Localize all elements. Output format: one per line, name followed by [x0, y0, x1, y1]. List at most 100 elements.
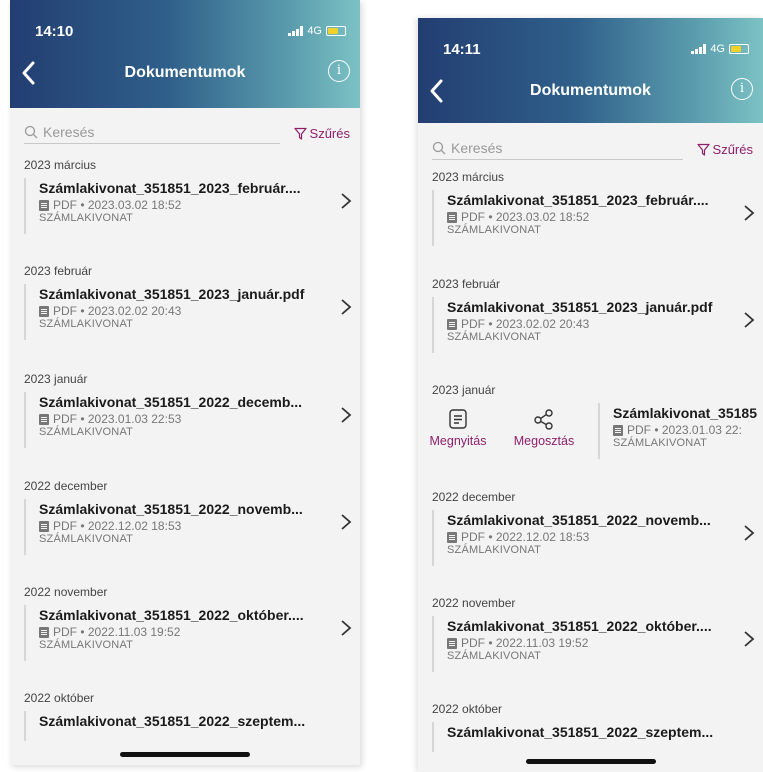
document-meta: PDF • 2022.11.03 19:52	[53, 625, 181, 639]
document-category: SZÁMLAKIVONAT	[39, 318, 134, 330]
search-input[interactable]: Keresés	[24, 124, 280, 144]
share-action-button[interactable]: Megosztás	[504, 408, 584, 448]
status-icons: 4G	[288, 25, 346, 37]
document-row[interactable]: Számlakivonat_35185 PDF • 2023.01.03 22:…	[598, 403, 763, 459]
chevron-right-icon	[341, 620, 352, 636]
document-row[interactable]: Számlakivonat_351851_2023_február.... PD…	[24, 178, 360, 234]
search-input[interactable]: Keresés	[432, 140, 683, 160]
chevron-right-icon	[744, 312, 755, 328]
document-title: Számlakivonat_351851_2022_novemb...	[447, 512, 711, 528]
section-label: 2023 február	[24, 264, 93, 278]
section-label: 2022 október	[24, 691, 95, 705]
signal-icon	[691, 44, 707, 54]
document-title: Számlakivonat_351851_2023_február....	[39, 180, 301, 196]
info-icon[interactable]: i	[328, 60, 350, 82]
document-icon	[39, 199, 49, 211]
document-row[interactable]: Számlakivonat_351851_2023_február.... PD…	[432, 190, 763, 246]
header: 14:10 4G Dokumentumok i	[10, 0, 360, 108]
signal-icon	[288, 26, 304, 36]
document-icon	[447, 637, 457, 649]
document-meta: PDF • 2023.01.03 22:53	[53, 412, 182, 426]
phone-screen-right: 14:11 4G Dokumentumok i Keresés Szűrés 2…	[418, 18, 763, 772]
document-open-icon	[449, 409, 467, 429]
document-row[interactable]: Számlakivonat_351851_2022_novemb... PDF …	[432, 510, 763, 566]
document-meta: PDF • 2023.01.03 22:	[627, 423, 742, 437]
document-title: Számlakivonat_351851_2022_október....	[39, 607, 304, 623]
chevron-right-icon	[744, 205, 755, 221]
page-title: Dokumentumok	[124, 64, 246, 81]
info-icon[interactable]: i	[731, 78, 753, 100]
document-category: SZÁMLAKIVONAT	[39, 533, 134, 545]
document-icon	[447, 211, 457, 223]
chevron-right-icon	[744, 525, 755, 541]
search-icon	[24, 125, 38, 139]
status-icons: 4G	[691, 43, 749, 55]
document-title: Számlakivonat_351851_2022_szeptem...	[39, 713, 306, 729]
document-category: SZÁMLAKIVONAT	[39, 426, 134, 438]
open-action-label: Megnyitás	[429, 434, 487, 448]
document-title: Számlakivonat_351851_2023_február....	[447, 192, 709, 208]
search-placeholder: Keresés	[451, 140, 503, 156]
status-time: 14:11	[443, 41, 481, 58]
document-row[interactable]: Számlakivonat_351851_2023_január.pdf PDF…	[24, 284, 360, 340]
open-action-button[interactable]: Megnyitás	[418, 408, 498, 448]
document-category: SZÁMLAKIVONAT	[447, 650, 542, 662]
document-icon	[39, 626, 49, 638]
header: 14:11 4G Dokumentumok i	[418, 18, 763, 123]
document-meta: PDF • 2022.12.02 18:53	[461, 530, 590, 544]
document-category: SZÁMLAKIVONAT	[39, 212, 134, 224]
phone-screen-left: 14:10 4G Dokumentumok i Keresés Szűrés 2…	[10, 0, 360, 765]
filter-button[interactable]: Szűrés	[696, 142, 753, 160]
section-label: 2023 február	[432, 277, 501, 291]
search-row: Keresés Szűrés	[24, 124, 350, 144]
section-label: 2022 december	[24, 479, 108, 493]
document-meta: PDF • 2022.12.02 18:53	[53, 519, 182, 533]
document-category: SZÁMLAKIVONAT	[39, 639, 134, 651]
document-row[interactable]: Számlakivonat_351851_2023_január.pdf PDF…	[432, 297, 763, 353]
search-placeholder: Keresés	[43, 124, 95, 140]
section-label: 2022 november	[432, 596, 516, 610]
battery-icon	[729, 44, 749, 54]
document-meta: PDF • 2023.02.02 20:43	[461, 317, 590, 331]
document-title: Számlakivonat_351851_2022_szeptem...	[447, 724, 714, 740]
network-label: 4G	[307, 25, 322, 37]
document-meta: PDF • 2023.03.02 18:52	[53, 198, 182, 212]
document-icon	[39, 413, 49, 425]
document-icon	[39, 305, 49, 317]
document-meta: PDF • 2023.03.02 18:52	[461, 210, 590, 224]
document-row[interactable]: Számlakivonat_351851_2022_szeptem...	[432, 722, 763, 752]
document-category: SZÁMLAKIVONAT	[447, 331, 542, 343]
home-indicator	[525, 759, 656, 764]
document-row[interactable]: Számlakivonat_351851_2022_novemb... PDF …	[24, 499, 360, 555]
search-row: Keresés Szűrés	[432, 140, 753, 160]
document-title: Számlakivonat_351851_2022_október....	[447, 618, 712, 634]
document-row[interactable]: Számlakivonat_351851_2022_október.... PD…	[432, 616, 763, 672]
document-icon	[447, 531, 457, 543]
filter-button[interactable]: Szűrés	[293, 126, 350, 144]
document-title: Számlakivonat_351851_2022_decemb...	[39, 394, 303, 410]
share-action-label: Megosztás	[513, 434, 575, 448]
page-title: Dokumentumok	[530, 82, 651, 99]
document-row[interactable]: Számlakivonat_351851_2022_szeptem...	[24, 711, 360, 741]
chevron-right-icon	[744, 631, 755, 647]
filter-icon	[696, 143, 710, 156]
document-icon	[613, 424, 623, 436]
filter-icon	[293, 127, 307, 140]
swipe-actions: Megnyitás Megosztás	[418, 408, 578, 468]
document-meta: PDF • 2022.11.03 19:52	[461, 636, 589, 650]
document-category: SZÁMLAKIVONAT	[447, 544, 542, 556]
search-icon	[432, 141, 446, 155]
section-label: 2023 március	[24, 158, 97, 172]
section-label: 2023 január	[432, 383, 496, 397]
document-icon	[39, 520, 49, 532]
status-time: 14:10	[35, 23, 74, 40]
section-label: 2023 január	[24, 372, 88, 386]
document-row[interactable]: Számlakivonat_351851_2022_október.... PD…	[24, 605, 360, 661]
document-row[interactable]: Számlakivonat_351851_2022_decemb... PDF …	[24, 392, 360, 448]
document-title: Számlakivonat_351851_2023_január.pdf	[447, 299, 713, 315]
share-icon	[534, 409, 553, 430]
section-label: 2022 november	[24, 585, 108, 599]
battery-icon	[326, 26, 346, 36]
document-category: SZÁMLAKIVONAT	[447, 224, 542, 236]
document-title: Számlakivonat_351851_2022_novemb...	[39, 501, 303, 517]
